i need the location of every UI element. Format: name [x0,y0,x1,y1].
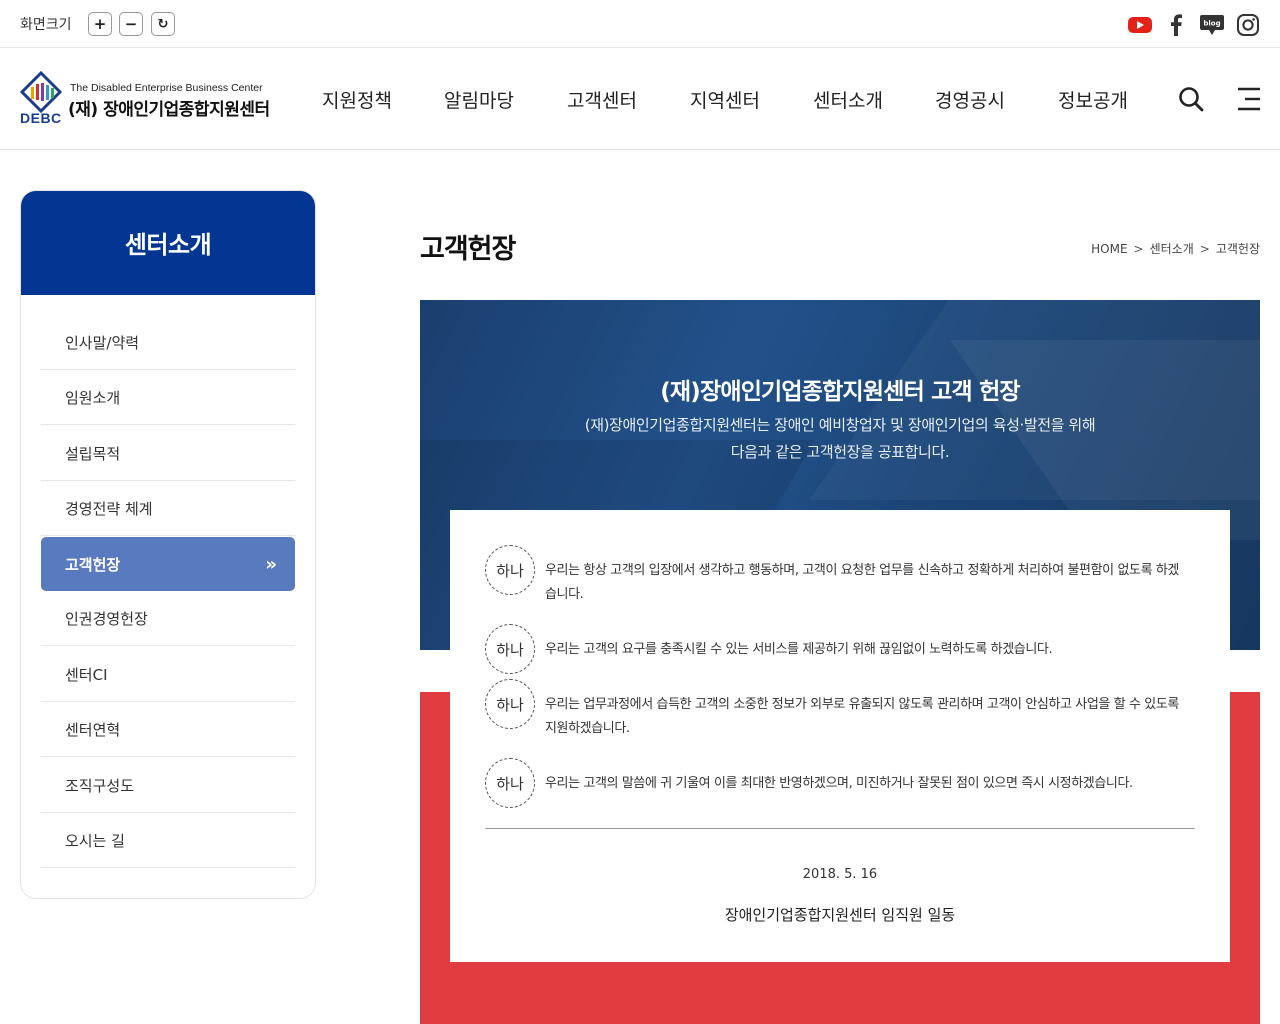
charter-text: 우리는 고객의 요구를 충족시킬 수 있는 서비스를 제공하기 위해 끊임없이 … [545,642,1053,657]
banner-description-line: (재)장애인기업종합지원센터는 장애인 예비창업자 및 장애인기업의 육성·발전… [584,416,1096,434]
charter-text: 우리는 고객의 말씀에 귀 기울여 이를 최대한 반영하겠으며, 미진하거나 잘… [545,776,1133,791]
sidebar-item-directions[interactable]: 오시는 길 [41,813,295,868]
zoom-in-button[interactable]: + [88,12,112,36]
breadcrumb-home[interactable]: HOME [1091,242,1127,256]
sidebar-item-purpose[interactable]: 설립목적 [41,426,295,481]
sidebar-item-organization[interactable]: 조직구성도 [41,758,295,813]
sidebar-item-label: 인권경영헌장 [65,609,148,628]
search-icon[interactable] [1177,85,1205,117]
sidebar-item-label: 인사말/약력 [65,333,140,352]
zoom-label: 화면크기 [20,17,72,33]
sidebar-item-human-rights[interactable]: 인권경영헌장 [41,591,295,646]
breadcrumb-separator: > [1133,242,1144,256]
banner-description-line: 다음과 같은 고객헌장을 공표합니다. [730,443,950,461]
menu-icon[interactable] [1237,86,1261,116]
charter-date: 2018. 5. 16 [802,867,878,882]
gnb-item-notice[interactable]: 알림마당 [444,86,514,113]
logo-mark-icon [20,71,62,113]
logo-english-name: The Disabled Enterprise Business Center [70,82,263,94]
breadcrumb-separator: > [1199,242,1210,256]
breadcrumb-current[interactable]: 고객헌장 [1216,242,1260,256]
charter-text: 우리는 항상 고객의 입장에서 생각하고 행동하며, 고객이 요청한 업무를 신… [545,563,1179,602]
gnb-item-information[interactable]: 정보공개 [1058,86,1128,113]
utility-bar: 화면크기 + − ↻ blog [0,0,1280,48]
sidebar-item-customer-charter[interactable]: 고객헌장 » [41,537,295,591]
facebook-icon[interactable] [1163,12,1189,38]
sidebar-item-label: 설립목적 [65,444,121,463]
sidebar-item-label: 오시는 길 [65,831,125,850]
banner-title: (재)장애인기업종합지원센터 고객 헌장 [660,379,1020,405]
sidebar-item-label: 임원소개 [65,388,121,407]
divider [485,828,1195,829]
page-title: 고객헌장 [420,234,516,265]
gnb-item-support-policy[interactable]: 지원정책 [322,86,392,113]
gnb-item-customer-center[interactable]: 고객센터 [567,86,637,113]
sidebar-item-ci[interactable]: 센터CI [41,647,295,702]
charter-badge: 하나 [485,624,535,674]
charter-signature: 장애인기업종합지원센터 임직원 일동 [724,906,956,924]
sidebar-item-label: 센터CI [65,665,108,684]
gnb-item-regional-center[interactable]: 지역센터 [690,86,760,113]
charter-badge: 하나 [485,679,535,729]
zoom-out-button[interactable]: − [119,12,143,36]
charter-badge: 하나 [485,545,535,595]
site-logo[interactable]: The Disabled Enterprise Business Center … [20,71,285,127]
charter-text: 우리는 업무과정에서 습득한 고객의 소중한 정보가 외부로 유출되지 않도록 … [545,697,1179,736]
sidebar: 센터소개 인사말/약력 임원소개 설립목적 경영전략 체계 고객헌장 » 인권경… [20,190,316,899]
site-header: The Disabled Enterprise Business Center … [0,49,1280,150]
zoom-reset-button[interactable]: ↻ [151,12,175,36]
instagram-icon[interactable] [1235,12,1261,38]
sidebar-item-label: 경영전략 체계 [65,499,153,518]
sidebar-item-greeting[interactable]: 인사말/약력 [41,315,295,370]
sidebar-title: 센터소개 [21,191,315,295]
sidebar-item-label: 센터연혁 [65,720,121,739]
gnb-item-disclosure[interactable]: 경영공시 [935,86,1005,113]
charter-badge: 하나 [485,758,535,808]
blog-icon[interactable]: blog [1199,12,1225,38]
breadcrumb-about[interactable]: 센터소개 [1150,242,1194,256]
banner-description: (재)장애인기업종합지원센터는 장애인 예비창업자 및 장애인기업의 육성·발전… [420,412,1260,466]
sidebar-item-executives[interactable]: 임원소개 [41,370,295,425]
gnb-item-about[interactable]: 센터소개 [813,86,883,113]
breadcrumb: HOME > 센터소개 > 고객헌장 [1091,240,1260,257]
logo-abbr: DEBC [20,110,62,126]
double-chevron-right-icon: » [265,554,277,575]
sidebar-item-label: 고객헌장 [65,555,121,574]
youtube-icon[interactable] [1127,12,1153,38]
sidebar-item-label: 조직구성도 [65,776,135,795]
logo-korean-name: (재) 장애인기업종합지원센터 [68,100,270,120]
charter-card: 하나 우리는 항상 고객의 입장에서 생각하고 행동하며, 고객이 요청한 업무… [450,510,1230,962]
sidebar-item-history[interactable]: 센터연혁 [41,702,295,757]
svg-text:blog: blog [1203,20,1220,28]
sidebar-item-strategy[interactable]: 경영전략 체계 [41,481,295,536]
